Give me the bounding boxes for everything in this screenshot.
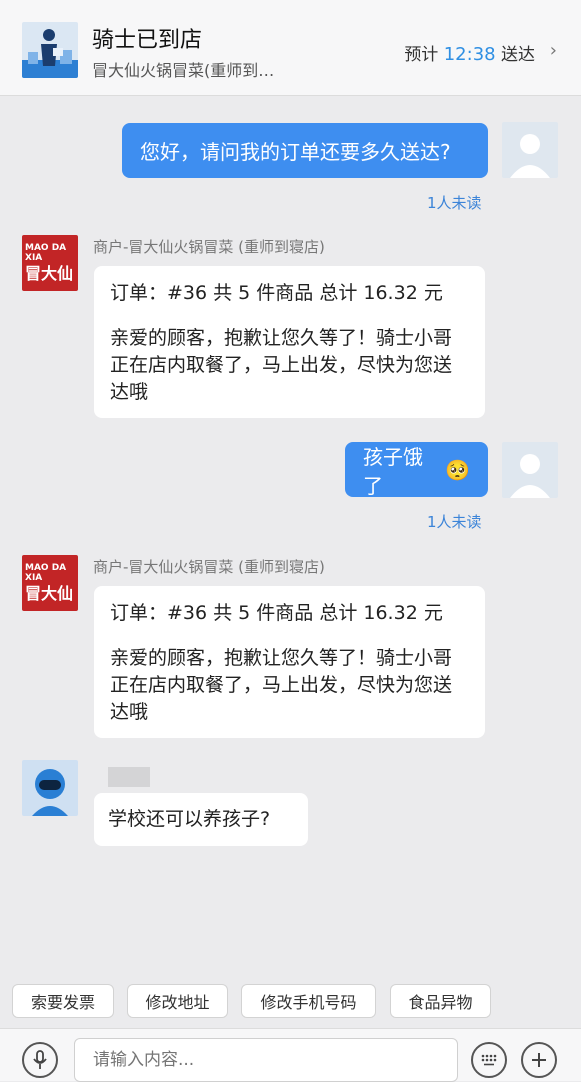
chat-header: 骑士已到店 冒大仙火锅冒菜(重师到… 预计 12:38 送达 › bbox=[0, 0, 581, 96]
chip-change-phone[interactable]: 修改手机号码 bbox=[241, 984, 376, 1018]
plus-icon[interactable] bbox=[521, 1042, 557, 1078]
eta-info[interactable]: 预计 12:38 送达 bbox=[404, 40, 535, 65]
merchant-avatar[interactable]: MAO DA XIA 冒大仙 bbox=[22, 555, 78, 611]
chip-change-address[interactable]: 修改地址 bbox=[127, 984, 228, 1018]
message-text: 孩子饿了 bbox=[363, 444, 423, 498]
merchant-logo-main: 冒大仙 bbox=[25, 584, 74, 603]
order-summary: 订单：#36 共 5 件商品 总计 16.32 元 bbox=[110, 282, 443, 304]
shop-name: 冒大仙火锅冒菜(重师到… bbox=[92, 61, 275, 80]
user-avatar[interactable] bbox=[502, 122, 558, 178]
blurred-sender-name bbox=[108, 767, 150, 787]
pleading-face-emoji: 🥺 bbox=[445, 457, 470, 482]
merchant-logo-text: MAO DA XIA bbox=[25, 243, 67, 263]
read-status: 1人未读 bbox=[427, 194, 482, 212]
merchant-message-bubble[interactable]: 订单：#36 共 5 件商品 总计 16.32 元 亲爱的顾客，抱歉让您久等了！… bbox=[94, 586, 485, 738]
chevron-right-icon[interactable]: › bbox=[550, 40, 557, 61]
keyboard-icon[interactable] bbox=[471, 1042, 507, 1078]
message-text: 学校还可以养孩子? bbox=[108, 808, 271, 830]
rider-message-bubble[interactable]: 学校还可以养孩子? bbox=[94, 793, 308, 846]
read-status: 1人未读 bbox=[427, 513, 482, 531]
user-message-bubble[interactable]: 您好，请问我的订单还要多久送达? bbox=[122, 123, 488, 178]
eta-suffix: 送达 bbox=[501, 45, 535, 65]
user-avatar[interactable] bbox=[502, 442, 558, 498]
rider-status-avatar bbox=[22, 22, 78, 78]
merchant-avatar[interactable]: MAO DA XIA 冒大仙 bbox=[22, 235, 78, 291]
eta-time: 12:38 bbox=[443, 44, 496, 65]
message-input[interactable] bbox=[74, 1038, 458, 1082]
quick-reply-bar: 索要发票 修改地址 修改手机号码 食品异物 bbox=[0, 970, 581, 1028]
rider-avatar[interactable] bbox=[22, 760, 78, 816]
chat-title: 骑士已到店 bbox=[92, 28, 203, 53]
merchant-logo-main: 冒大仙 bbox=[25, 264, 74, 283]
chip-invoice[interactable]: 索要发票 bbox=[12, 984, 114, 1018]
message-input-bar bbox=[0, 1028, 581, 1082]
merchant-message-bubble[interactable]: 订单：#36 共 5 件商品 总计 16.32 元 亲爱的顾客，抱歉让您久等了！… bbox=[94, 266, 485, 418]
sender-name: 商户-冒大仙火锅冒菜 (重师到寝店) bbox=[93, 558, 325, 576]
order-summary: 订单：#36 共 5 件商品 总计 16.32 元 bbox=[110, 602, 443, 624]
message-text: 您好，请问我的订单还要多久送达? bbox=[140, 140, 451, 164]
eta-prefix: 预计 bbox=[404, 45, 439, 65]
microphone-icon[interactable] bbox=[22, 1042, 58, 1078]
chip-foreign-object[interactable]: 食品异物 bbox=[390, 984, 491, 1018]
merchant-logo-text: MAO DA XIA bbox=[25, 563, 67, 583]
user-message-bubble[interactable]: 孩子饿了 🥺 bbox=[345, 442, 488, 498]
message-text: 亲爱的顾客，抱歉让您久等了！骑士小哥正在店内取餐了，马上出发，尽快为您送达哦 bbox=[110, 647, 453, 723]
message-text: 亲爱的顾客，抱歉让您久等了！骑士小哥正在店内取餐了，马上出发，尽快为您送达哦 bbox=[110, 327, 453, 403]
sender-name: 商户-冒大仙火锅冒菜 (重师到寝店) bbox=[93, 238, 325, 256]
